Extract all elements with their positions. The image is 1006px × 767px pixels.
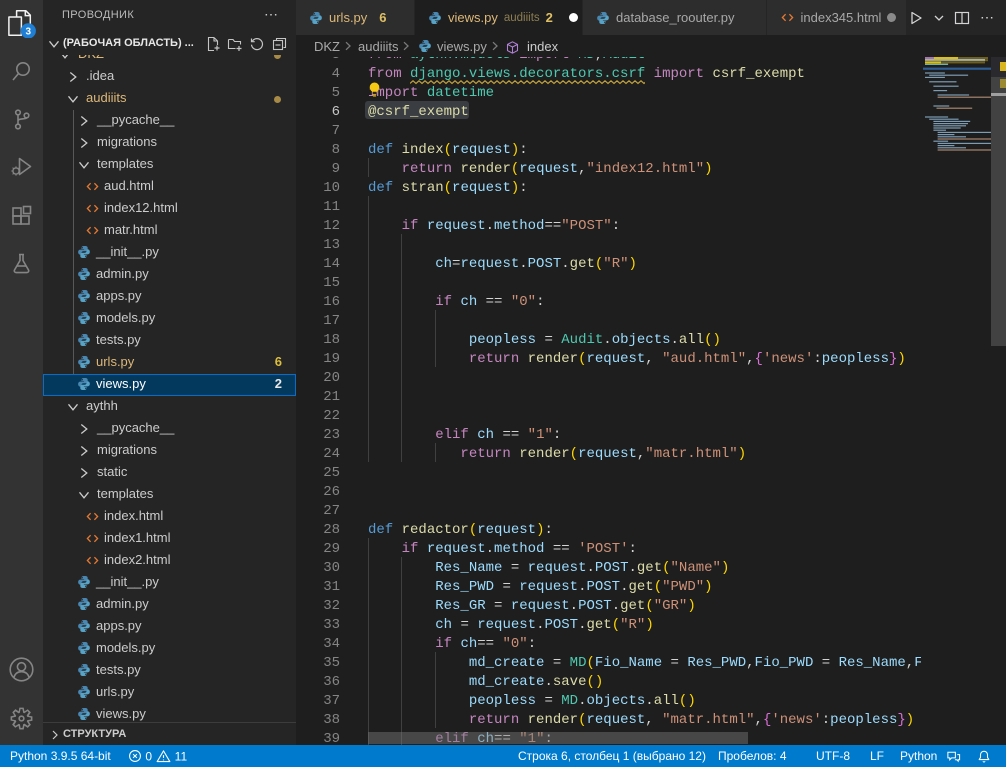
- svg-text:3: 3: [25, 26, 31, 37]
